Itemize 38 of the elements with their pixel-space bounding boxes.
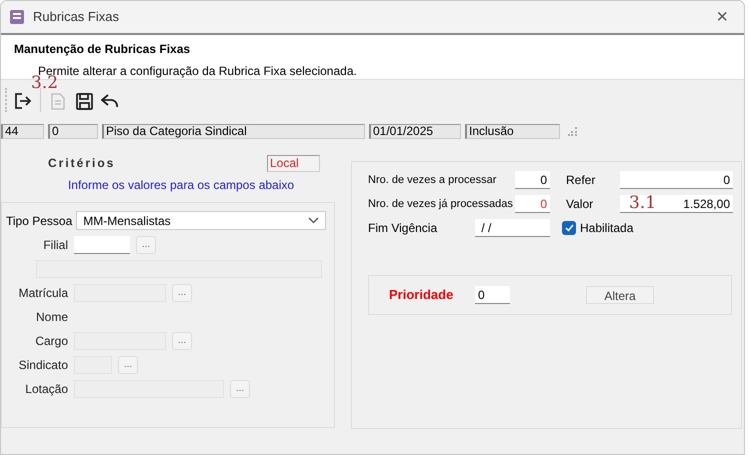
input-field[interactable]: 0 — [515, 171, 550, 189]
field-label: Valor — [566, 196, 594, 213]
field-label: Nro. de vezes a processar — [368, 172, 498, 188]
input-field[interactable]: 0 — [515, 195, 550, 213]
field-label: Nro. de vezes já processadas — [368, 196, 514, 212]
info-field: 0 — [48, 124, 98, 139]
field-label: Cargo — [34, 333, 68, 350]
window-title: Rubricas Fixas — [33, 8, 119, 26]
field-label: Nome — [34, 309, 68, 326]
close-button[interactable]: × — [708, 7, 736, 27]
field-label: Fim Vigência — [368, 220, 438, 237]
check-icon — [564, 224, 574, 232]
altera-button[interactable]: Altera — [586, 286, 654, 304]
field-label: Refer — [566, 172, 596, 189]
input-field[interactable]: 0 — [620, 171, 733, 189]
habilitada-checkbox[interactable]: Habilitada — [562, 219, 634, 237]
input-field[interactable]: 0 — [475, 286, 510, 304]
field-label: Matrícula — [18, 285, 68, 302]
priority-label: Prioridade — [389, 286, 454, 304]
app-icon — [9, 9, 25, 25]
header-title: Manutenção de Rubricas Fixas — [14, 41, 192, 58]
input-field[interactable]: 3.1 1.528,00 — [620, 195, 733, 213]
info-field: 44 — [1, 124, 44, 139]
local-field: Local — [267, 154, 320, 172]
info-field: Piso da Categoria Sindical — [102, 124, 365, 139]
field-label: Filial — [42, 237, 68, 254]
lookup-button[interactable]: ... — [136, 236, 156, 254]
info-field: 01/01/2025 — [369, 124, 461, 139]
dropdown[interactable]: MM-Mensalistas — [76, 211, 326, 230]
section-title: Critérios — [48, 155, 116, 172]
hint-text: Informe os valores para os campos abaixo — [66, 177, 296, 194]
input-field[interactable] — [74, 236, 130, 254]
field-label: Sindicato — [18, 357, 68, 374]
info-field: Inclusão — [465, 124, 560, 139]
field-label: Lotação — [24, 381, 68, 398]
caret-icon — [308, 217, 320, 224]
field-label: Tipo Pessoa — [6, 212, 72, 230]
date-field[interactable]: / / — [475, 219, 550, 237]
